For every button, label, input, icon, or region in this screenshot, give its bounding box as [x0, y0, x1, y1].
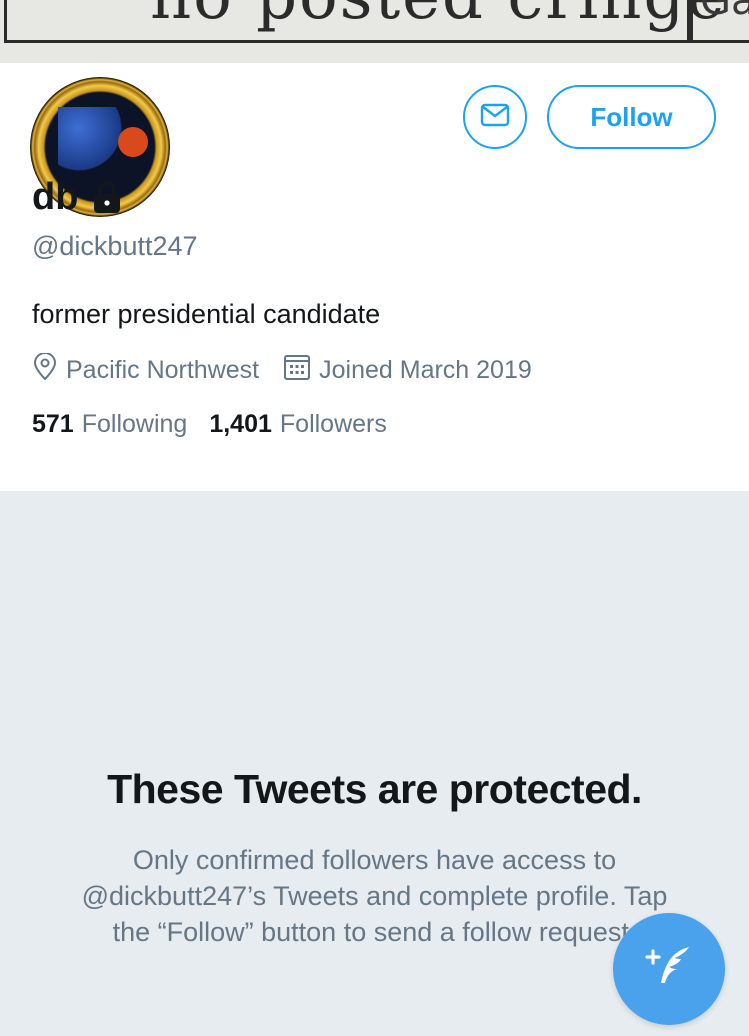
- compose-tweet-icon: [639, 937, 699, 1002]
- message-button[interactable]: [463, 85, 527, 149]
- profile-meta: Pacific Northwest Joined March 2019: [32, 352, 556, 388]
- bio: former presidential candidate: [32, 299, 381, 329]
- followers-label: Followers: [279, 410, 387, 438]
- profile-header: Follow db @dickbutt247 former presidenti…: [0, 63, 749, 491]
- lock-icon: [92, 180, 122, 215]
- location: Pacific Northwest: [32, 352, 260, 388]
- display-name: db: [32, 176, 79, 218]
- follow-button[interactable]: Follow: [547, 85, 716, 149]
- following-label: Following: [81, 410, 188, 438]
- protected-title: These Tweets are protected.: [107, 766, 642, 812]
- location-text: Pacific Northwest: [66, 356, 260, 384]
- followers-count: 1,401: [209, 410, 272, 438]
- banner-side-text: Ga: [700, 0, 749, 24]
- profile-banner[interactable]: no posted cringe Ga: [0, 0, 749, 63]
- followers-link[interactable]: 1,401 Followers: [209, 410, 387, 439]
- avatar-figure-accent: [118, 127, 148, 157]
- location-pin-icon: [32, 352, 66, 388]
- compose-tweet-button[interactable]: [613, 913, 725, 1025]
- protected-description: Only confirmed followers have access to …: [81, 845, 668, 947]
- follow-stats: 571 Following 1,401 Followers: [32, 410, 409, 439]
- name-row: db: [32, 176, 122, 219]
- banner-text: no posted cringe: [150, 0, 726, 34]
- handle: @dickbutt247: [32, 231, 198, 261]
- mail-icon: [480, 103, 510, 132]
- following-link[interactable]: 571 Following: [32, 410, 187, 439]
- joined-date: Joined March 2019: [283, 353, 532, 388]
- following-count: 571: [32, 410, 74, 438]
- joined-text: Joined March 2019: [319, 356, 532, 384]
- calendar-icon: [283, 353, 319, 388]
